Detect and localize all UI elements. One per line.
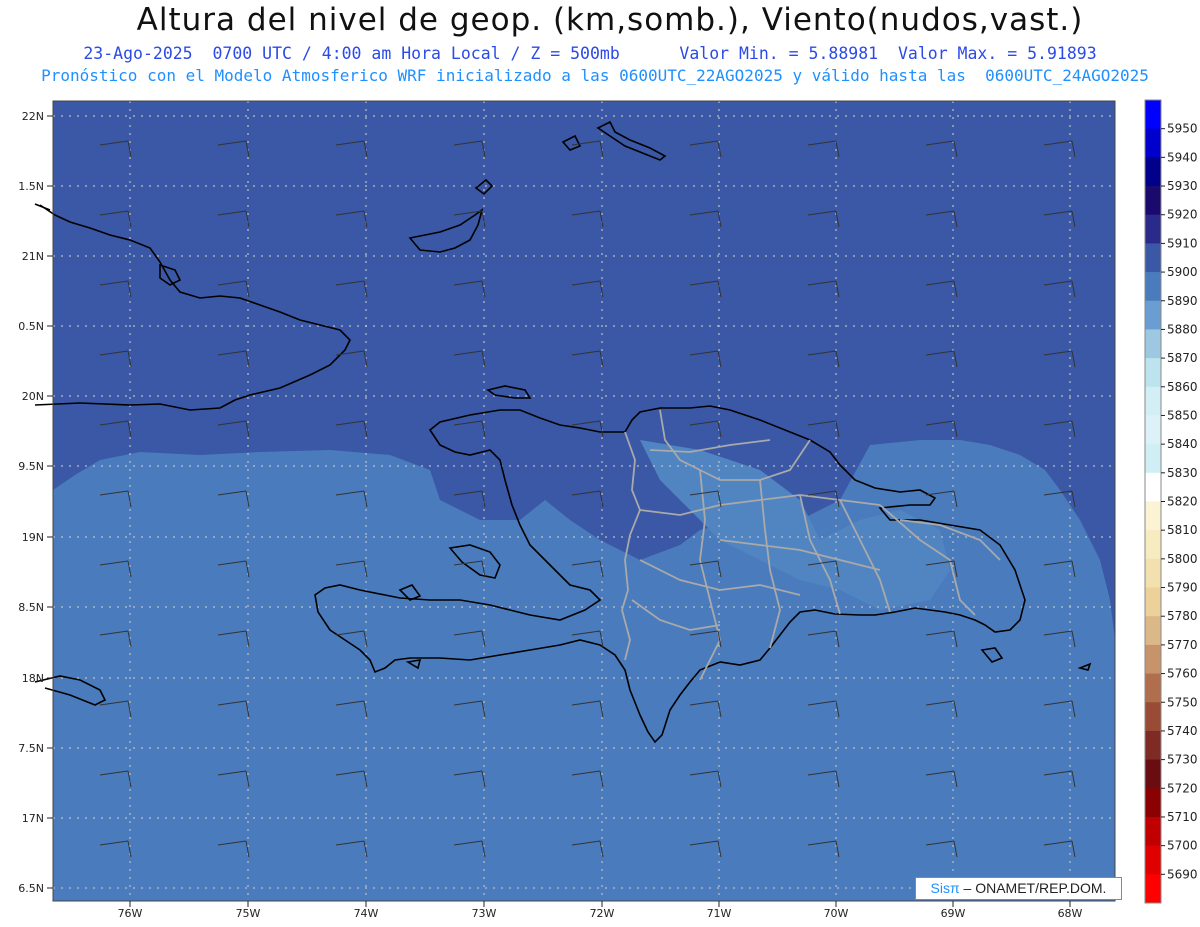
- lon-label: 72W: [590, 907, 615, 920]
- color-legend: 5950 5940 5930 5920 5910 5900 5890 5880 5870 5860…: [1144, 99, 1198, 904]
- lat-labels: 22N 1.5N 21N 0.5N 20N 9.5N 19N 8.5N 18N 7.5N 17N 6.…: [18, 110, 53, 895]
- legend-swatch: [1145, 157, 1161, 187]
- legend-label: 5740: [1167, 724, 1198, 738]
- lat-label: 7.5N: [18, 742, 44, 755]
- lon-label: 69W: [941, 907, 966, 920]
- legend-label: 5950: [1167, 122, 1198, 136]
- lon-label: 75W: [236, 907, 261, 920]
- legend-label: 5720: [1167, 781, 1198, 795]
- legend-swatch: [1145, 272, 1161, 302]
- legend-label: 5750: [1167, 695, 1198, 709]
- legend-swatch: [1145, 100, 1161, 130]
- lon-labels: 76W 75W 74W 73W 72W 71W 70W 69W 68W: [118, 901, 1083, 920]
- legend-label: 5710: [1167, 810, 1198, 824]
- legend-swatch: [1145, 444, 1161, 474]
- legend-label: 5840: [1167, 437, 1198, 451]
- lat-label: 1.5N: [18, 180, 44, 193]
- legend-label: 5690: [1167, 867, 1198, 881]
- lon-label: 74W: [354, 907, 379, 920]
- legend-swatch: [1145, 845, 1161, 875]
- legend-label: 5760: [1167, 667, 1198, 681]
- legend-label: 5880: [1167, 322, 1198, 336]
- legend-swatch: [1145, 616, 1161, 646]
- lat-label: 20N: [22, 390, 44, 403]
- legend-swatch: [1145, 358, 1161, 388]
- legend-label: 5820: [1167, 495, 1198, 509]
- legend-swatch: [1145, 702, 1161, 732]
- map-figure: 22N 1.5N 21N 0.5N 20N 9.5N 19N 8.5N 18N 7.5N 17N 6.…: [18, 99, 1198, 920]
- legend-swatch: [1145, 788, 1161, 818]
- legend-swatch: [1145, 816, 1161, 847]
- legend-label: 5770: [1167, 638, 1198, 652]
- legend-label: 5830: [1167, 466, 1198, 480]
- legend-swatch: [1145, 386, 1161, 416]
- lat-label: 0.5N: [18, 320, 44, 333]
- lat-label: 8.5N: [18, 601, 44, 614]
- lat-label: 17N: [22, 812, 44, 825]
- legend-label: 5940: [1167, 150, 1198, 164]
- legend-label: 5870: [1167, 351, 1198, 365]
- legend-swatch: [1145, 874, 1161, 904]
- legend-label: 5850: [1167, 408, 1198, 422]
- lon-label: 68W: [1058, 907, 1083, 920]
- legend-label: 5700: [1167, 839, 1198, 853]
- lon-label: 70W: [824, 907, 849, 920]
- legend-swatch: [1145, 730, 1161, 761]
- credit-box: Sisπ – ONAMET/REP.DOM.: [915, 877, 1122, 900]
- legend-swatch: [1145, 501, 1161, 531]
- lat-label: 18N: [22, 672, 44, 685]
- legend-label: 5730: [1167, 753, 1198, 767]
- legend-label: 5910: [1167, 236, 1198, 250]
- legend-swatch: [1145, 329, 1161, 359]
- legend-label: 5810: [1167, 523, 1198, 537]
- legend-swatch: [1145, 186, 1161, 216]
- lat-label: 19N: [22, 531, 44, 544]
- legend-label: 5780: [1167, 609, 1198, 623]
- lon-label: 73W: [472, 907, 497, 920]
- legend-swatch: [1145, 415, 1161, 445]
- legend-label: 5930: [1167, 179, 1198, 193]
- lat-label: 9.5N: [18, 460, 44, 473]
- legend-swatch: [1145, 472, 1161, 502]
- legend-swatch: [1145, 243, 1161, 273]
- lat-label: 22N: [22, 110, 44, 123]
- legend-swatch: [1145, 759, 1161, 789]
- legend-swatch: [1145, 300, 1161, 330]
- legend-swatch: [1145, 558, 1161, 589]
- lon-label: 71W: [707, 907, 732, 920]
- lon-label: 76W: [118, 907, 143, 920]
- legend-label: 5920: [1167, 208, 1198, 222]
- legend-label: 5800: [1167, 552, 1198, 566]
- legend-swatch: [1145, 673, 1161, 703]
- legend-label: 5790: [1167, 581, 1198, 595]
- lat-label: 21N: [22, 250, 44, 263]
- credit-text: – ONAMET/REP.DOM.: [963, 880, 1107, 896]
- legend-swatch: [1145, 214, 1161, 244]
- lat-label: 6.5N: [18, 882, 44, 895]
- legend-swatch: [1145, 644, 1161, 675]
- legend-label: 5890: [1167, 294, 1198, 308]
- legend-label: 5900: [1167, 265, 1198, 279]
- credit-sis: Sisπ: [930, 880, 960, 896]
- legend-swatch: [1145, 587, 1161, 617]
- legend-swatch: [1145, 530, 1161, 560]
- legend-label: 5860: [1167, 380, 1198, 394]
- legend-swatch: [1145, 128, 1161, 158]
